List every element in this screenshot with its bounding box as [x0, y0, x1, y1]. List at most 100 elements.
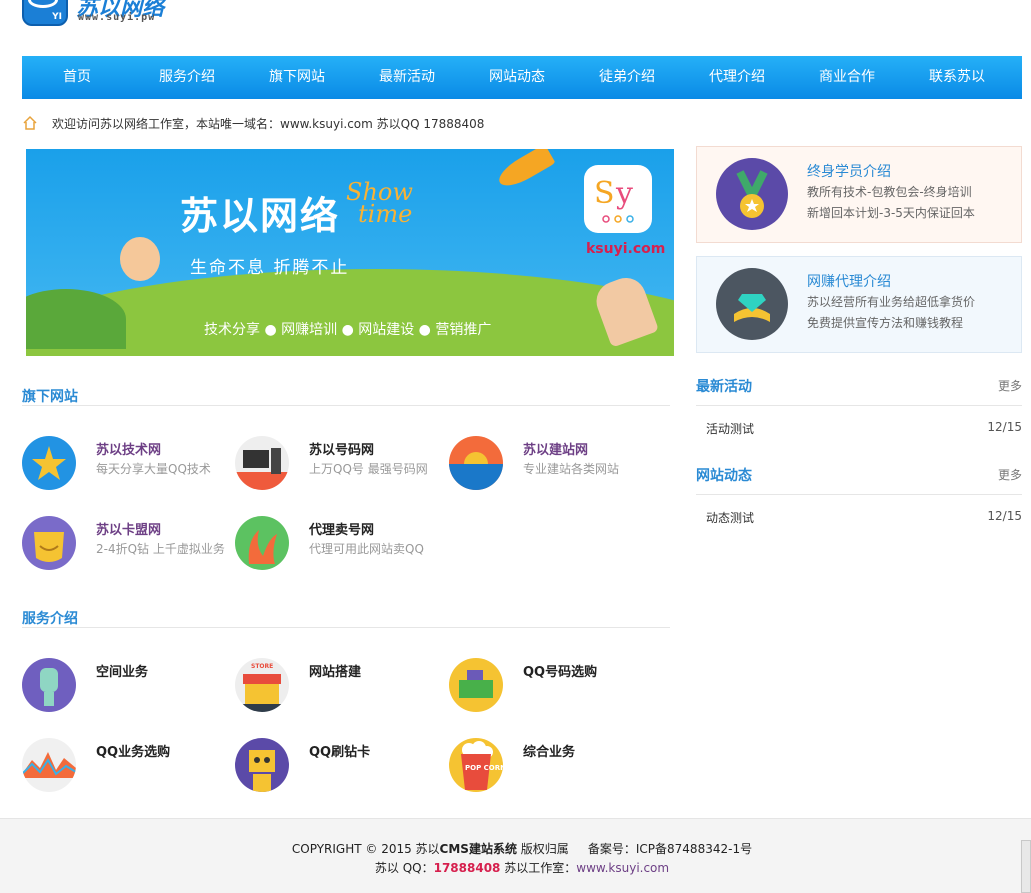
card-line: 教所有技术-包教包会-终身培训 — [807, 185, 972, 199]
service-name[interactable]: QQ业务选购 — [96, 741, 170, 760]
octopus-icon — [235, 516, 289, 570]
service-item[interactable]: QQ业务选购 — [22, 738, 232, 794]
service-item[interactable]: QQ号码选购 — [449, 658, 659, 714]
breadcrumb: 欢迎访问苏以网络工作室，本站唯一域名：www.ksuyi.com 苏以QQ 17… — [22, 114, 484, 132]
service-item[interactable]: STORE 网站搭建 — [235, 658, 445, 714]
app-icon: S y — [584, 165, 652, 233]
site-desc: 每天分享大量QQ技术 — [96, 462, 211, 476]
card-line: 新增回本计划-3-5天内保证回本 — [807, 206, 975, 220]
card-line: 免费提供宣传方法和赚钱教程 — [807, 316, 964, 330]
nav-item-services[interactable]: 服务介绍 — [132, 56, 242, 99]
news-row[interactable]: 动态测试 12/15 — [706, 509, 1022, 525]
rocket-icon — [494, 149, 556, 193]
card-line: 苏以经营所有业务给超低拿货价 — [807, 295, 976, 309]
section-divider — [22, 627, 670, 628]
robot-icon — [235, 738, 289, 792]
service-name[interactable]: 综合业务 — [523, 741, 575, 760]
activities-title: 最新活动 — [696, 379, 752, 395]
site-desc: 专业建站各类网站 — [523, 462, 620, 476]
news-item-title[interactable]: 动态测试 — [706, 509, 754, 526]
chart-icon — [22, 738, 76, 792]
site-item[interactable]: 苏以号码网 上万QQ号 最强号码网 — [235, 436, 445, 492]
svg-text:S: S — [594, 176, 615, 211]
card-title[interactable]: 网赚代理介绍 — [807, 271, 891, 291]
activities-more-link[interactable]: 更多 — [998, 377, 1022, 394]
service-item[interactable]: QQ刷钻卡 — [235, 738, 445, 794]
diamond-ring-icon — [716, 268, 788, 340]
site-name[interactable]: 代理卖号网 — [309, 519, 374, 538]
site-name[interactable]: 苏以技术网 — [96, 439, 161, 458]
footer-copyright-line: COPYRIGHT © 2015 苏以CMS建站系统 版权归属 备案号：ICP备… — [291, 842, 753, 856]
service-name[interactable]: QQ号码选购 — [523, 661, 597, 680]
site-desc: 代理可用此网站卖QQ — [309, 542, 424, 556]
service-item[interactable]: POP CORN 综合业务 — [449, 738, 659, 794]
section-divider — [696, 405, 1022, 406]
site-item[interactable]: 苏以建站网 专业建站各类网站 — [449, 436, 659, 492]
news-item-date: 12/15 — [987, 509, 1022, 523]
site-desc: 上万QQ号 最强号码网 — [309, 462, 428, 476]
starfish-icon — [22, 436, 76, 490]
site-name[interactable]: 苏以卡盟网 — [96, 519, 161, 538]
nav-item-apprentices[interactable]: 徒弟介绍 — [572, 56, 682, 99]
banner-site: ksuyi.com — [586, 241, 666, 257]
popcorn-icon: POP CORN — [449, 738, 503, 792]
logo-url: www.suyi.pw — [78, 12, 156, 23]
news-more-link[interactable]: 更多 — [998, 466, 1022, 483]
nav-item-activities[interactable]: 最新活动 — [352, 56, 462, 99]
news-title: 网站动态 — [696, 468, 752, 484]
banner-title: 苏以网络 — [180, 194, 341, 238]
sunset-icon — [449, 436, 503, 490]
news-header: 网站动态 更多 — [696, 465, 1022, 485]
section-title-services: 服务介绍 — [22, 611, 78, 627]
site-desc: 2-4折Q钻 上千虚拟业务 — [96, 542, 225, 556]
person-illustration — [120, 237, 160, 281]
service-name[interactable]: 网站搭建 — [309, 661, 361, 680]
site-item[interactable]: 苏以卡盟网 2-4折Q钻 上千虚拟业务 — [22, 516, 232, 572]
footer-contact-line: 苏以 QQ：17888408 苏以工作室：www.ksuyi.com — [374, 861, 670, 875]
footer-qq: 17888408 — [433, 861, 501, 875]
activities-header: 最新活动 更多 — [696, 376, 1022, 396]
store-icon: STORE — [235, 658, 289, 712]
store-sign-text: STORE — [251, 663, 273, 670]
site-item[interactable]: 代理卖号网 代理可用此网站卖QQ — [235, 516, 445, 572]
nav-item-news[interactable]: 网站动态 — [462, 56, 572, 99]
service-item[interactable]: 空间业务 — [22, 658, 232, 714]
svg-text:y: y — [615, 176, 633, 211]
logo-badge: YI — [22, 0, 68, 26]
site-item[interactable]: 苏以技术网 每天分享大量QQ技术 — [22, 436, 232, 492]
scroll-handle[interactable] — [1021, 840, 1031, 893]
site-name[interactable]: 苏以建站网 — [523, 439, 588, 458]
service-name[interactable]: QQ刷钻卡 — [309, 741, 370, 760]
nav-item-sites[interactable]: 旗下网站 — [242, 56, 352, 99]
banner-slogan: 生命不息 折腾不止 — [190, 258, 350, 278]
nav-item-business[interactable]: 商业合作 — [792, 56, 902, 99]
site-logo[interactable]: YI 苏以网络 www.suyi.pw — [22, 0, 172, 30]
activity-row[interactable]: 活动测试 12/15 — [706, 420, 1022, 436]
section-divider — [696, 494, 1022, 495]
section-title-sites: 旗下网站 — [22, 389, 78, 405]
scooter-icon — [22, 658, 76, 712]
section-divider — [22, 405, 670, 406]
main-nav: 首页 服务介绍 旗下网站 最新活动 网站动态 徒弟介绍 代理介绍 商业合作 联系… — [22, 56, 1022, 99]
shopping-basket-icon — [449, 658, 503, 712]
computer-icon — [235, 436, 289, 490]
nav-item-agents[interactable]: 代理介绍 — [682, 56, 792, 99]
card-agent[interactable]: 网赚代理介绍 苏以经营所有业务给超低拿货价 免费提供宣传方法和赚钱教程 — [696, 256, 1022, 353]
medal-icon — [716, 158, 788, 230]
site-name[interactable]: 苏以号码网 — [309, 439, 374, 458]
activity-date: 12/15 — [987, 420, 1022, 434]
activity-title[interactable]: 活动测试 — [706, 420, 754, 437]
popcorn-label: POP CORN — [465, 764, 503, 772]
banner-show-text: Show time — [346, 178, 413, 228]
card-lifetime-student[interactable]: 终身学员介绍 教所有技术-包教包会-终身培训 新增回本计划-3-5天内保证回本 — [696, 146, 1022, 243]
footer-studio-link[interactable]: www.ksuyi.com — [576, 861, 669, 875]
hero-banner[interactable]: 苏以网络 Show time 生命不息 折腾不止 技术分享 ● 网赚培训 ● 网… — [26, 149, 674, 356]
welcome-text: 欢迎访问苏以网络工作室，本站唯一域名：www.ksuyi.com 苏以QQ 17… — [52, 116, 485, 131]
nav-item-contact[interactable]: 联系苏以 — [902, 56, 1012, 99]
nav-item-home[interactable]: 首页 — [22, 56, 132, 99]
footer: COPYRIGHT © 2015 苏以CMS建站系统 版权归属 备案号：ICP备… — [0, 818, 1031, 893]
banner-tags: 技术分享 ● 网赚培训 ● 网站建设 ● 营销推广 — [204, 322, 492, 338]
service-name[interactable]: 空间业务 — [96, 661, 148, 680]
home-icon[interactable] — [22, 115, 38, 131]
card-title[interactable]: 终身学员介绍 — [807, 161, 891, 181]
